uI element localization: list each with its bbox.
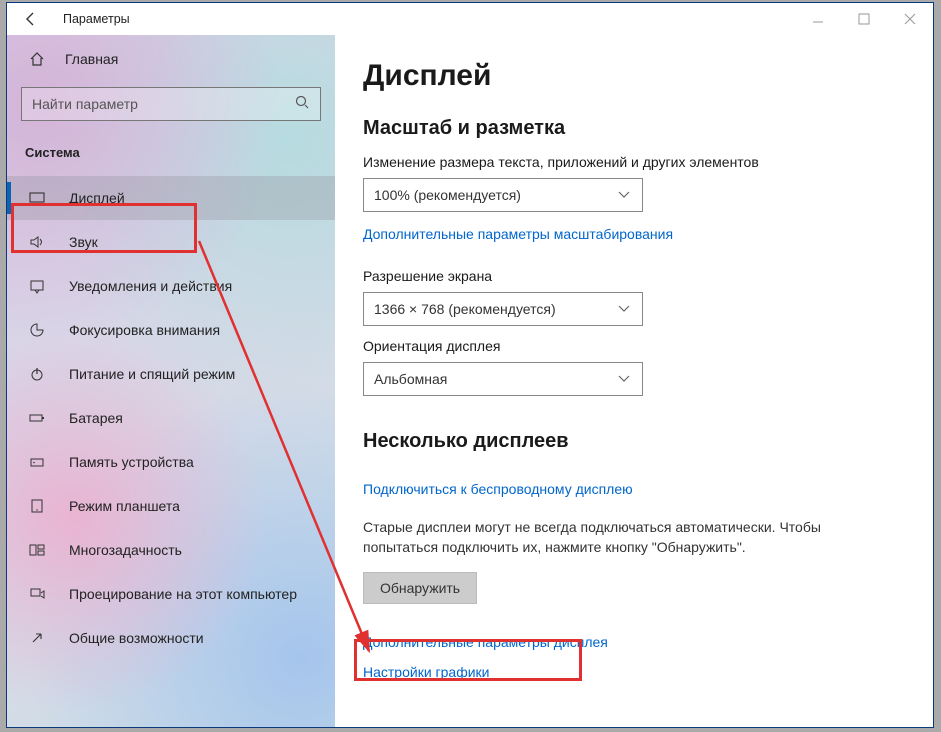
sidebar-item-label: Звук xyxy=(49,234,98,250)
sidebar-item-storage[interactable]: Память устройства xyxy=(7,440,335,484)
battery-icon xyxy=(25,410,49,426)
chevron-down-icon xyxy=(616,186,632,205)
section-label: Система xyxy=(7,121,335,176)
detect-note: Старые дисплеи могут не всегда подключат… xyxy=(363,517,883,558)
sidebar-item-notifications[interactable]: Уведомления и действия xyxy=(7,264,335,308)
power-icon xyxy=(25,366,49,382)
sidebar-item-multitask[interactable]: Многозадачность xyxy=(7,528,335,572)
sidebar-item-battery[interactable]: Батарея xyxy=(7,396,335,440)
search-input[interactable] xyxy=(32,96,294,112)
chevron-down-icon xyxy=(616,300,632,319)
multi-display-heading: Несколько дисплеев xyxy=(363,430,905,453)
home-label: Главная xyxy=(49,51,118,67)
graphics-settings-link[interactable]: Настройки графики xyxy=(363,664,905,680)
wireless-display-link[interactable]: Подключиться к беспроводному дисплею xyxy=(363,481,633,497)
focus-icon xyxy=(25,322,49,338)
scale-value: 100% (рекомендуется) xyxy=(374,187,521,203)
close-button[interactable] xyxy=(887,3,933,35)
arrow-left-icon xyxy=(23,11,39,27)
sidebar-item-label: Фокусировка внимания xyxy=(49,322,220,338)
resolution-value: 1366 × 768 (рекомендуется) xyxy=(374,301,556,317)
advanced-display-link[interactable]: Дополнительные параметры дисплея xyxy=(363,634,905,650)
close-icon xyxy=(902,11,918,27)
home-icon xyxy=(25,51,49,67)
home-link[interactable]: Главная xyxy=(7,39,335,79)
sidebar-item-label: Память устройства xyxy=(49,454,194,470)
sidebar-item-power[interactable]: Питание и спящий режим xyxy=(7,352,335,396)
resolution-select[interactable]: 1366 × 768 (рекомендуется) xyxy=(363,292,643,326)
sidebar-item-display[interactable]: Дисплей xyxy=(7,176,335,220)
sidebar-item-tablet[interactable]: Режим планшета xyxy=(7,484,335,528)
resolution-label: Разрешение экрана xyxy=(363,268,905,284)
sidebar-item-label: Режим планшета xyxy=(49,498,180,514)
sidebar-item-label: Уведомления и действия xyxy=(49,278,232,294)
orientation-label: Ориентация дисплея xyxy=(363,338,905,354)
maximize-button[interactable] xyxy=(841,3,887,35)
sidebar-item-sound[interactable]: Звук xyxy=(7,220,335,264)
advanced-scaling-link[interactable]: Дополнительные параметры масштабирования xyxy=(363,226,673,242)
orientation-select[interactable]: Альбомная xyxy=(363,362,643,396)
projecting-icon xyxy=(25,586,49,602)
sidebar-item-label: Дисплей xyxy=(49,190,125,206)
sidebar-item-focus[interactable]: Фокусировка внимания xyxy=(7,308,335,352)
sidebar-item-shared[interactable]: Общие возможности xyxy=(7,616,335,660)
content-area: Дисплей Масштаб и разметка Изменение раз… xyxy=(335,35,933,727)
tablet-icon xyxy=(25,498,49,514)
chevron-down-icon xyxy=(616,370,632,389)
sidebar-item-label: Общие возможности xyxy=(49,630,204,646)
detect-button[interactable]: Обнаружить xyxy=(363,572,477,604)
sound-icon xyxy=(25,234,49,250)
back-button[interactable] xyxy=(7,3,55,35)
search-box[interactable] xyxy=(21,87,321,121)
sidebar-item-projecting[interactable]: Проецирование на этот компьютер xyxy=(7,572,335,616)
window-title: Параметры xyxy=(55,12,130,26)
scale-label: Изменение размера текста, приложений и д… xyxy=(363,154,905,170)
settings-window: Параметры Главная Система xyxy=(6,2,934,728)
multitask-icon xyxy=(25,542,49,558)
notifications-icon xyxy=(25,278,49,294)
sidebar-item-label: Батарея xyxy=(49,410,123,426)
sidebar-item-label: Питание и спящий режим xyxy=(49,366,235,382)
scale-heading: Масштаб и разметка xyxy=(363,117,905,140)
maximize-icon xyxy=(856,11,872,27)
sidebar-item-label: Проецирование на этот компьютер xyxy=(49,586,297,602)
display-icon xyxy=(25,190,49,206)
shared-icon xyxy=(25,630,49,646)
scale-select[interactable]: 100% (рекомендуется) xyxy=(363,178,643,212)
storage-icon xyxy=(25,454,49,470)
titlebar: Параметры xyxy=(7,3,933,35)
page-title: Дисплей xyxy=(363,59,905,93)
search-icon xyxy=(294,94,310,115)
minimize-icon xyxy=(810,11,826,27)
sidebar: Главная Система Дисплей Звук Уведомления… xyxy=(7,35,335,727)
sidebar-item-label: Многозадачность xyxy=(49,542,182,558)
minimize-button[interactable] xyxy=(795,3,841,35)
orientation-value: Альбомная xyxy=(374,371,447,387)
